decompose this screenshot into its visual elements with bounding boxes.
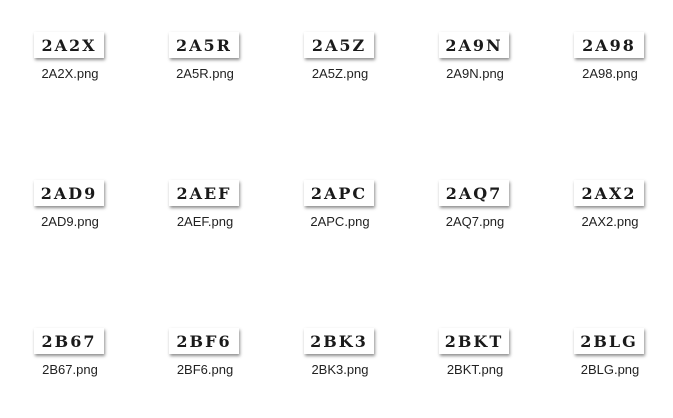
file-name[interactable]: 2B67.png <box>10 362 130 377</box>
file-item[interactable]: 2AQ7 2AQ7.png <box>415 180 535 260</box>
image-thumbnail[interactable]: 2BK3 <box>304 328 374 354</box>
file-item[interactable]: 2BKT 2BKT.png <box>415 328 535 408</box>
file-name[interactable]: 2A98.png <box>550 66 670 81</box>
file-name[interactable]: 2A2X.png <box>10 66 130 81</box>
file-item[interactable]: 2A2X 2A2X.png <box>10 32 130 112</box>
captcha-text: 2AEF <box>176 183 232 203</box>
image-thumbnail[interactable]: 2APC <box>304 180 374 206</box>
file-item[interactable]: 2BK3 2BK3.png <box>280 328 400 408</box>
image-thumbnail[interactable]: 2AQ7 <box>439 180 509 206</box>
file-item[interactable]: 2A5R 2A5R.png <box>145 32 265 112</box>
file-name[interactable]: 2BF6.png <box>145 362 265 377</box>
file-name[interactable]: 2AX2.png <box>550 214 670 229</box>
captcha-text: 2A98 <box>582 35 636 55</box>
captcha-text: 2A9N <box>445 35 503 55</box>
file-grid: 2A2X 2A2X.png 2A5R 2A5R.png 2A5Z 2A5Z.pn… <box>0 0 673 418</box>
captcha-text: 2AX2 <box>581 183 637 203</box>
image-thumbnail[interactable]: 2A98 <box>574 32 644 58</box>
file-item[interactable]: 2A5Z 2A5Z.png <box>280 32 400 112</box>
file-name[interactable]: 2A5R.png <box>145 66 265 81</box>
image-thumbnail[interactable]: 2BLG <box>574 328 644 354</box>
captcha-text: 2BKT <box>444 331 504 351</box>
file-item[interactable]: 2AD9 2AD9.png <box>10 180 130 260</box>
captcha-text: 2BLG <box>580 331 638 351</box>
image-thumbnail[interactable]: 2BF6 <box>169 328 239 354</box>
file-item[interactable]: 2A98 2A98.png <box>550 32 670 112</box>
image-thumbnail[interactable]: 2A5Z <box>304 32 374 58</box>
file-item[interactable]: 2B67 2B67.png <box>10 328 130 408</box>
file-item[interactable]: 2APC 2APC.png <box>280 180 400 260</box>
file-name[interactable]: 2AD9.png <box>10 214 130 229</box>
image-thumbnail[interactable]: 2A2X <box>34 32 104 58</box>
file-item[interactable]: 2AX2 2AX2.png <box>550 180 670 260</box>
captcha-text: 2BF6 <box>176 331 232 351</box>
file-name[interactable]: 2BKT.png <box>415 362 535 377</box>
image-thumbnail[interactable]: 2AD9 <box>34 180 104 206</box>
captcha-text: 2B67 <box>41 331 97 351</box>
captcha-text: 2BK3 <box>310 331 368 351</box>
image-thumbnail[interactable]: 2BKT <box>439 328 509 354</box>
image-thumbnail[interactable]: 2AEF <box>169 180 239 206</box>
captcha-text: 2A2X <box>41 35 97 55</box>
file-name[interactable]: 2AQ7.png <box>415 214 535 229</box>
captcha-text: 2A5Z <box>311 35 367 55</box>
file-item[interactable]: 2A9N 2A9N.png <box>415 32 535 112</box>
captcha-text: 2A5R <box>176 35 232 55</box>
file-name[interactable]: 2AEF.png <box>145 214 265 229</box>
image-thumbnail[interactable]: 2A5R <box>169 32 239 58</box>
file-item[interactable]: 2BLG 2BLG.png <box>550 328 670 408</box>
file-name[interactable]: 2A5Z.png <box>280 66 400 81</box>
image-thumbnail[interactable]: 2A9N <box>439 32 509 58</box>
file-name[interactable]: 2BLG.png <box>550 362 670 377</box>
file-name[interactable]: 2APC.png <box>280 214 400 229</box>
file-name[interactable]: 2BK3.png <box>280 362 400 377</box>
file-item[interactable]: 2BF6 2BF6.png <box>145 328 265 408</box>
image-thumbnail[interactable]: 2B67 <box>34 328 104 354</box>
image-thumbnail[interactable]: 2AX2 <box>574 180 644 206</box>
file-item[interactable]: 2AEF 2AEF.png <box>145 180 265 260</box>
file-name[interactable]: 2A9N.png <box>415 66 535 81</box>
captcha-text: 2AD9 <box>40 183 98 203</box>
captcha-text: 2APC <box>310 183 368 203</box>
captcha-text: 2AQ7 <box>445 183 503 203</box>
